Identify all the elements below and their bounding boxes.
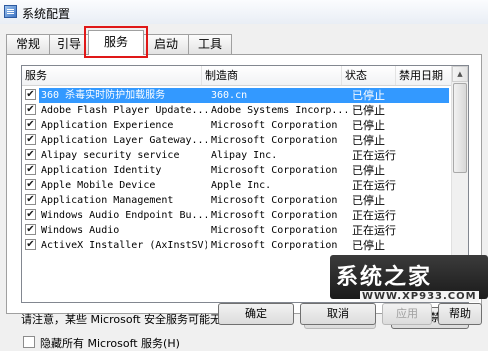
service-name: Application Identity <box>41 165 162 176</box>
service-row[interactable]: ✔ Alipay security service Alipay Inc. 正在运行 <box>22 148 468 163</box>
tab-tools[interactable]: 工具 <box>188 34 232 54</box>
service-manufacturer: 360.cn <box>211 90 248 101</box>
column-header-status[interactable]: 状态 <box>342 66 396 85</box>
service-checkbox[interactable]: ✔ <box>25 194 36 205</box>
column-header-service[interactable]: 服务 <box>22 66 202 85</box>
service-manufacturer: Apple Inc. <box>211 180 272 191</box>
service-name: Alipay security service <box>41 150 180 161</box>
tab-services[interactable]: 服务 <box>88 30 144 55</box>
window-title: 系统配置 <box>22 7 71 21</box>
watermark-url: WWW.XP933.COM <box>360 291 479 302</box>
service-manufacturer: Microsoft Corporation <box>211 165 338 176</box>
service-row[interactable]: ✔ Windows Audio Endpoint Bu... Microsoft C… <box>22 208 468 223</box>
service-name: Application Management <box>41 195 174 206</box>
column-header-manufacturer[interactable]: 制造商 <box>202 66 342 85</box>
service-name: Windows Audio Endpoint Bu... <box>41 210 207 221</box>
service-row[interactable]: ✔ Adobe Flash Player Update... Adobe Syste… <box>22 103 468 118</box>
tab-startup[interactable]: 启动 <box>143 34 189 54</box>
service-checkbox[interactable]: ✔ <box>25 209 36 220</box>
scroll-up-arrow-icon[interactable]: ▲ <box>452 66 468 82</box>
service-checkbox[interactable]: ✔ <box>25 224 36 235</box>
service-checkbox[interactable]: ✔ <box>25 239 36 250</box>
service-status: 已停止 <box>352 239 385 252</box>
service-status: 已停止 <box>352 89 385 102</box>
service-status: 已停止 <box>352 104 385 117</box>
service-status: 已停止 <box>352 134 385 147</box>
service-status: 正在运行 <box>352 224 396 237</box>
column-header-disabled-date[interactable]: 禁用日期 <box>396 66 453 85</box>
service-manufacturer: Alipay Inc. <box>211 150 278 161</box>
service-name: 360 杀毒实时防护加载服务 <box>41 90 166 101</box>
watermark-brand: 系统之家 <box>336 264 433 290</box>
service-manufacturer: Microsoft Corporation <box>211 210 338 221</box>
service-manufacturer: Microsoft Corporation <box>211 135 338 146</box>
service-checkbox[interactable]: ✔ <box>25 134 36 145</box>
ok-button[interactable]: 确定 <box>218 303 294 325</box>
service-manufacturer: Microsoft Corporation <box>211 120 338 131</box>
scrollbar-thumb[interactable] <box>453 83 467 173</box>
service-manufacturer: Microsoft Corporation <box>211 225 338 236</box>
tab-bar: 常规 引导 服务 启动 工具 <box>6 30 482 55</box>
hide-microsoft-checkbox[interactable] <box>23 336 35 348</box>
service-name: Adobe Flash Player Update... <box>41 105 207 116</box>
watermark-logo: 系统之家 WWW.XP933.COM <box>330 255 488 317</box>
system-config-icon <box>4 5 17 18</box>
service-row[interactable]: ✔ Application Management Microsoft Corpora… <box>22 193 468 208</box>
service-row[interactable]: ✔ ActiveX Installer (AxInstSV) Microsoft C… <box>22 238 468 253</box>
service-status: 已停止 <box>352 164 385 177</box>
service-checkbox[interactable]: ✔ <box>25 89 36 100</box>
service-name: ActiveX Installer (AxInstSV) <box>41 240 207 251</box>
service-name: Apple Mobile Device <box>41 180 156 191</box>
service-row[interactable]: ✔ 360 杀毒实时防护加载服务 360.cn 已停止 <box>22 88 468 103</box>
service-manufacturer: Microsoft Corporation <box>211 195 338 206</box>
service-status: 已停止 <box>352 119 385 132</box>
service-row[interactable]: ✔ Application Layer Gateway... Microsoft C… <box>22 133 468 148</box>
service-status: 已停止 <box>352 194 385 207</box>
service-status: 正在运行 <box>352 149 396 162</box>
title-bar: 系统配置 <box>0 0 488 24</box>
service-checkbox[interactable]: ✔ <box>25 164 36 175</box>
service-checkbox[interactable]: ✔ <box>25 149 36 160</box>
service-name: Windows Audio <box>41 225 120 236</box>
service-row[interactable]: ✔ Application Identity Microsoft Corporati… <box>22 163 468 178</box>
service-checkbox[interactable]: ✔ <box>25 119 36 130</box>
hide-microsoft-label: 隐藏所有 Microsoft 服务(H) <box>40 337 180 350</box>
tab-boot[interactable]: 引导 <box>49 34 89 54</box>
tab-general[interactable]: 常规 <box>6 34 50 54</box>
service-row[interactable]: ✔ Windows Audio Microsoft Corporation 正在运行 <box>22 223 468 238</box>
service-checkbox[interactable]: ✔ <box>25 104 36 115</box>
service-name: Application Layer Gateway... <box>41 135 207 146</box>
service-manufacturer: Adobe Systems Incorp... <box>211 105 347 116</box>
service-row[interactable]: ✔ Apple Mobile Device Apple Inc. 正在运行 <box>22 178 468 193</box>
service-name: Application Experience <box>41 120 174 131</box>
service-status: 正在运行 <box>352 179 396 192</box>
list-header: 服务 制造商 状态 禁用日期 <box>22 66 468 86</box>
service-manufacturer: Microsoft Corporation <box>211 240 338 251</box>
service-checkbox[interactable]: ✔ <box>25 179 36 190</box>
service-row[interactable]: ✔ Application Experience Microsoft Corpora… <box>22 118 468 133</box>
service-status: 正在运行 <box>352 209 396 222</box>
